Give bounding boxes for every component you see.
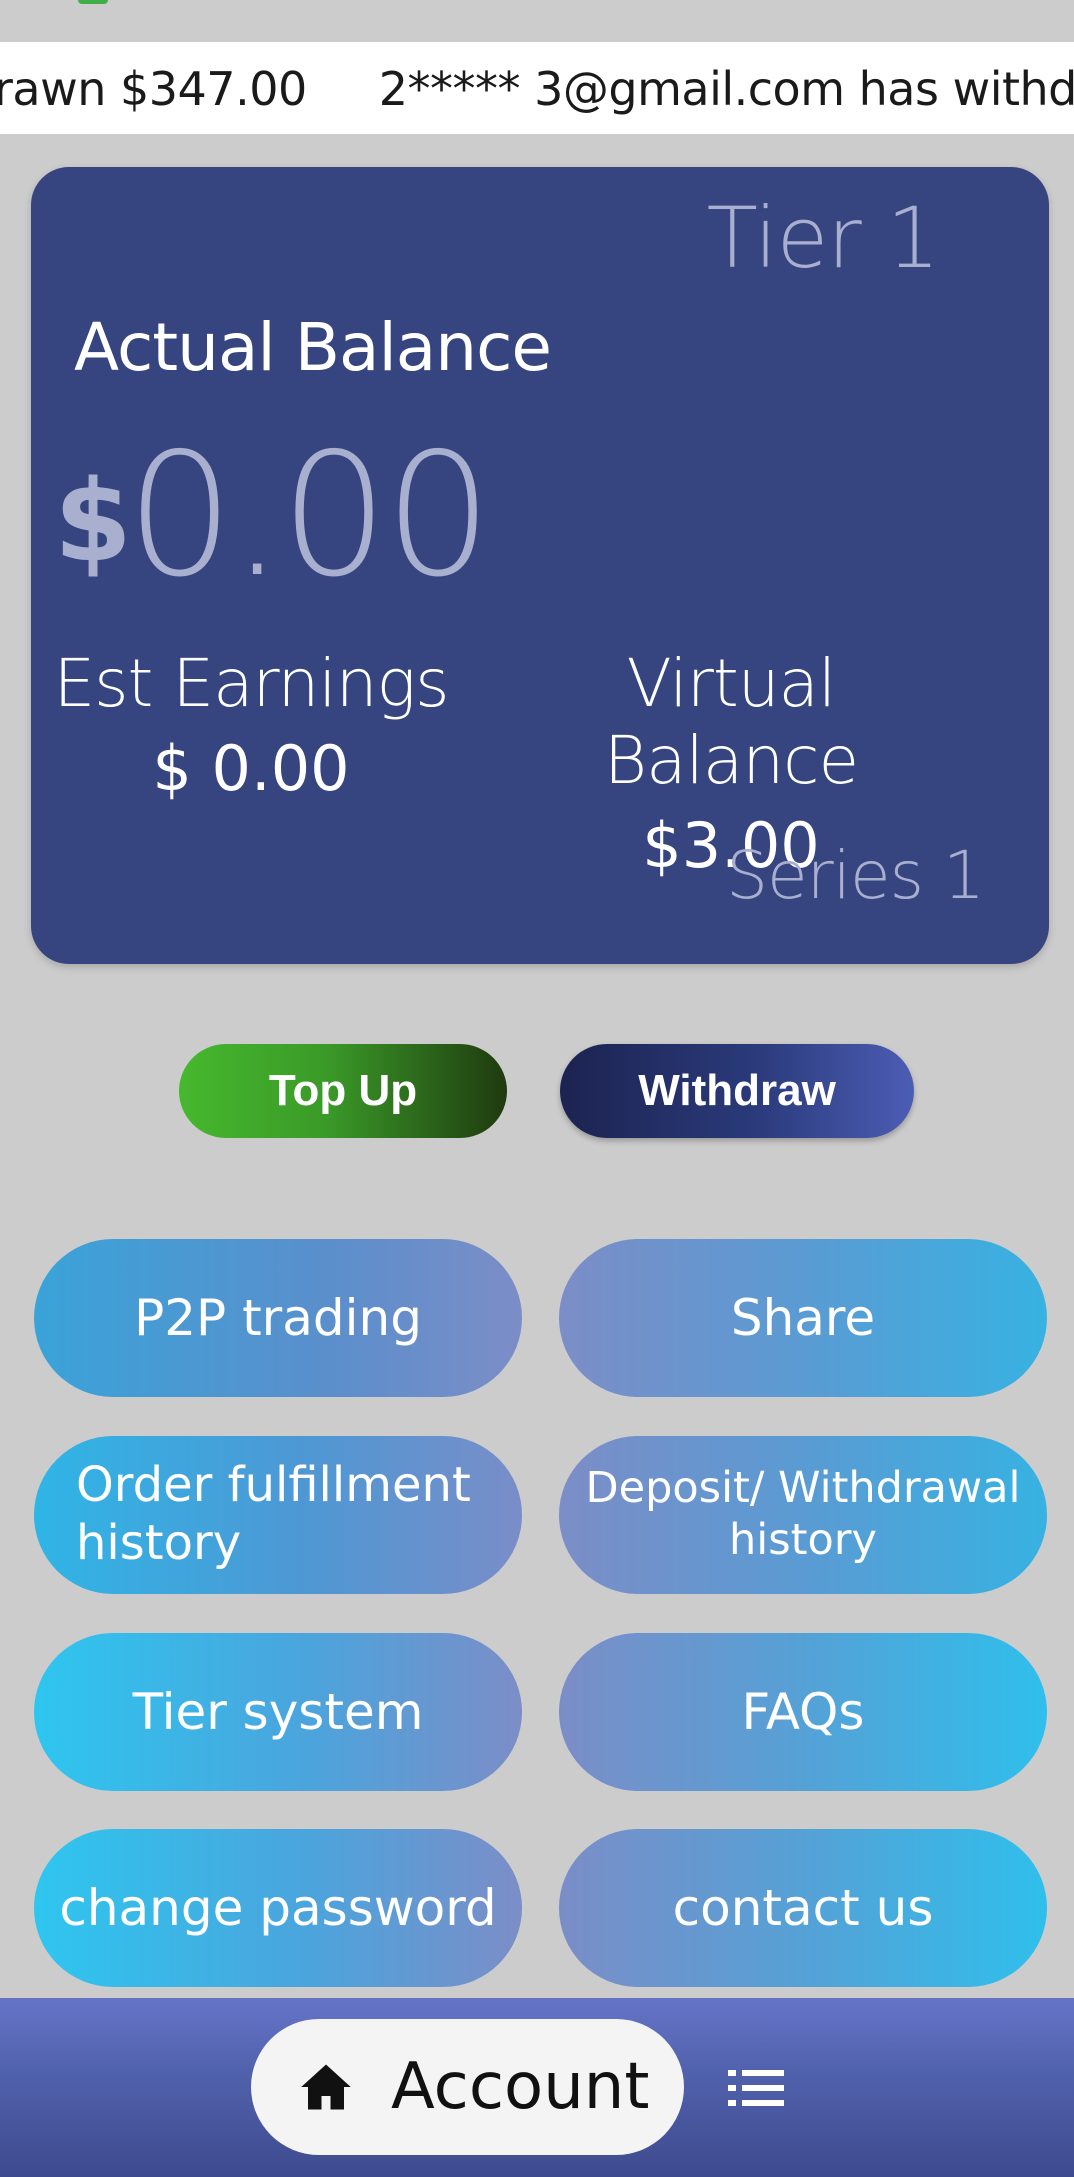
faqs-button[interactable]: FAQs — [559, 1633, 1047, 1791]
est-earnings-label: Est Earnings — [53, 645, 449, 722]
balance-currency-symbol: $ — [54, 457, 132, 587]
deposit-withdrawal-history-button[interactable]: Deposit/ Withdrawal history — [559, 1436, 1047, 1594]
home-icon — [301, 2064, 351, 2110]
est-earnings-value: $ 0.00 — [152, 732, 350, 805]
ticker-item: 2***** 3@gmail.com has withdraw — [378, 62, 1074, 116]
est-earnings: Est Earnings $ 0.00 — [51, 645, 451, 805]
nav-item-account[interactable]: Account — [251, 2019, 684, 2155]
series-label: Series 1 — [726, 837, 985, 914]
tier-label: Tier 1 — [706, 189, 940, 287]
ticker-item: rawn $347.00 — [0, 62, 307, 116]
order-fulfillment-history-button[interactable]: Order fulfillment history — [34, 1436, 522, 1594]
ticker-track: rawn $347.00 2***** 3@gmail.com has withd… — [0, 62, 1074, 116]
share-button[interactable]: Share — [559, 1239, 1047, 1397]
p2p-trading-button[interactable]: P2P trading — [34, 1239, 522, 1397]
contact-us-button[interactable]: contact us — [559, 1829, 1047, 1987]
balance-card: Tier 1 Actual Balance $ 0.00 Est Earning… — [31, 167, 1049, 964]
actual-balance-label: Actual Balance — [74, 309, 552, 386]
status-indicator — [78, 0, 108, 4]
top-up-button[interactable]: Top Up — [179, 1044, 507, 1138]
balance-amount: 0.00 — [126, 417, 493, 615]
tier-system-button[interactable]: Tier system — [34, 1633, 522, 1791]
bottom-navigation: Account — [0, 1998, 1074, 2177]
nav-item-label: Account — [391, 2050, 650, 2124]
list-icon[interactable] — [728, 2068, 784, 2108]
withdrawal-ticker: rawn $347.00 2***** 3@gmail.com has withd… — [0, 42, 1074, 134]
virtual-balance-label: Virtual Balance — [603, 645, 859, 799]
withdraw-button[interactable]: Withdraw — [560, 1044, 914, 1138]
change-password-button[interactable]: change password — [34, 1829, 522, 1987]
